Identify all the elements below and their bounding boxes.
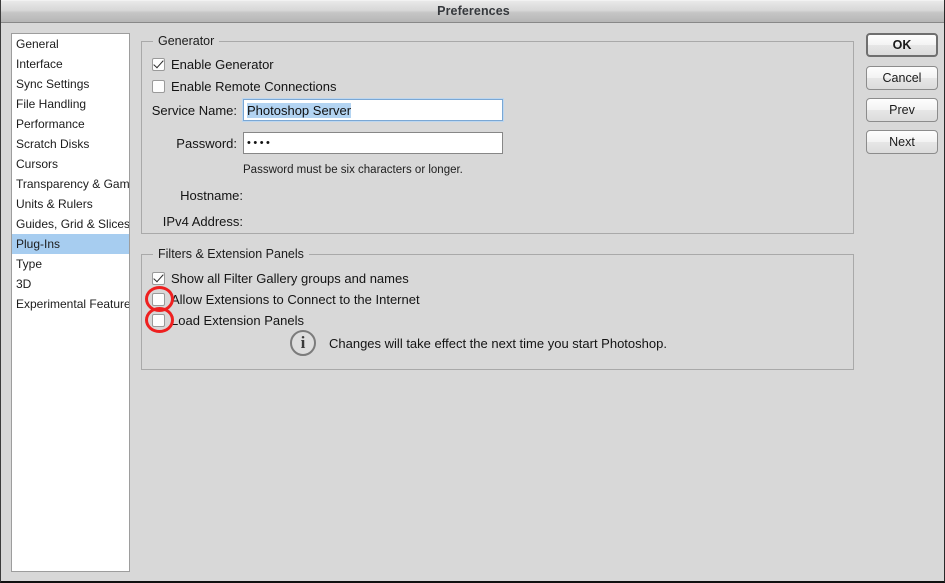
password-row: Password: ••••	[147, 132, 503, 154]
service-name-label: Service Name:	[151, 102, 237, 118]
password-input[interactable]: ••••	[243, 132, 503, 154]
allow-extensions-internet-checkbox[interactable]	[152, 293, 165, 306]
hostname-label: Hostname:	[180, 188, 243, 203]
sidebar-item-file-handling[interactable]: File Handling	[12, 94, 129, 114]
sidebar-item-sync-settings[interactable]: Sync Settings	[12, 74, 129, 94]
enable-generator-checkbox-row[interactable]: Enable Generator	[152, 57, 274, 72]
password-value: ••••	[247, 137, 273, 149]
sidebar-item-guides-grid-slices[interactable]: Guides, Grid & Slices	[12, 214, 129, 234]
restart-note: i Changes will take effect the next time…	[290, 330, 667, 356]
ok-button[interactable]: OK	[866, 33, 938, 57]
sidebar-item-plug-ins[interactable]: Plug-Ins	[12, 234, 129, 254]
title-bar[interactable]: Preferences	[1, 0, 944, 23]
enable-generator-checkbox[interactable]	[152, 58, 165, 71]
preferences-category-list[interactable]: General Interface Sync Settings File Handli…	[11, 33, 130, 572]
preferences-dialog: Preferences General Interface Sync Setting…	[0, 0, 945, 583]
sidebar-item-experimental-features[interactable]: Experimental Features	[12, 294, 129, 314]
sidebar-item-performance[interactable]: Performance	[12, 114, 129, 134]
sidebar-item-units-rulers[interactable]: Units & Rulers	[12, 194, 129, 214]
filters-group-legend: Filters & Extension Panels	[153, 247, 309, 261]
enable-remote-connections-checkbox[interactable]	[152, 80, 165, 93]
generator-group-legend: Generator	[153, 34, 220, 48]
sidebar-item-type[interactable]: Type	[12, 254, 129, 274]
show-filter-gallery-label: Show all Filter Gallery groups and names	[171, 271, 409, 286]
load-extension-panels-checkbox-row[interactable]: Load Extension Panels	[152, 313, 304, 328]
restart-note-text: Changes will take effect the next time y…	[329, 335, 667, 351]
enable-generator-label: Enable Generator	[171, 57, 274, 72]
allow-extensions-internet-label: Allow Extensions to Connect to the Inter…	[171, 292, 420, 307]
next-button[interactable]: Next	[866, 130, 938, 154]
load-extension-panels-label: Load Extension Panels	[171, 313, 304, 328]
service-name-input[interactable]: Photoshop Server	[243, 99, 503, 121]
show-filter-gallery-checkbox[interactable]	[152, 272, 165, 285]
ipv4-address-label: IPv4 Address:	[162, 214, 243, 229]
enable-remote-connections-checkbox-row[interactable]: Enable Remote Connections	[152, 79, 337, 94]
allow-extensions-internet-checkbox-row[interactable]: Allow Extensions to Connect to the Inter…	[152, 292, 420, 307]
window-title: Preferences	[437, 4, 510, 18]
service-name-value: Photoshop Server	[247, 102, 352, 118]
prev-button[interactable]: Prev	[866, 98, 938, 122]
password-hint: Password must be six characters or longe…	[243, 164, 463, 176]
sidebar-item-3d[interactable]: 3D	[12, 274, 129, 294]
sidebar-item-interface[interactable]: Interface	[12, 54, 129, 74]
sidebar-item-scratch-disks[interactable]: Scratch Disks	[12, 134, 129, 154]
password-label: Password:	[176, 135, 237, 151]
show-filter-gallery-checkbox-row[interactable]: Show all Filter Gallery groups and names	[152, 271, 409, 286]
sidebar-item-transparency-gamut[interactable]: Transparency & Gamut	[12, 174, 129, 194]
sidebar-item-cursors[interactable]: Cursors	[12, 154, 129, 174]
load-extension-panels-checkbox[interactable]	[152, 314, 165, 327]
info-icon: i	[290, 330, 316, 356]
enable-remote-connections-label: Enable Remote Connections	[171, 79, 337, 94]
cancel-button[interactable]: Cancel	[866, 66, 938, 90]
service-name-row: Service Name: Photoshop Server	[147, 99, 503, 121]
sidebar-item-general[interactable]: General	[12, 34, 129, 54]
